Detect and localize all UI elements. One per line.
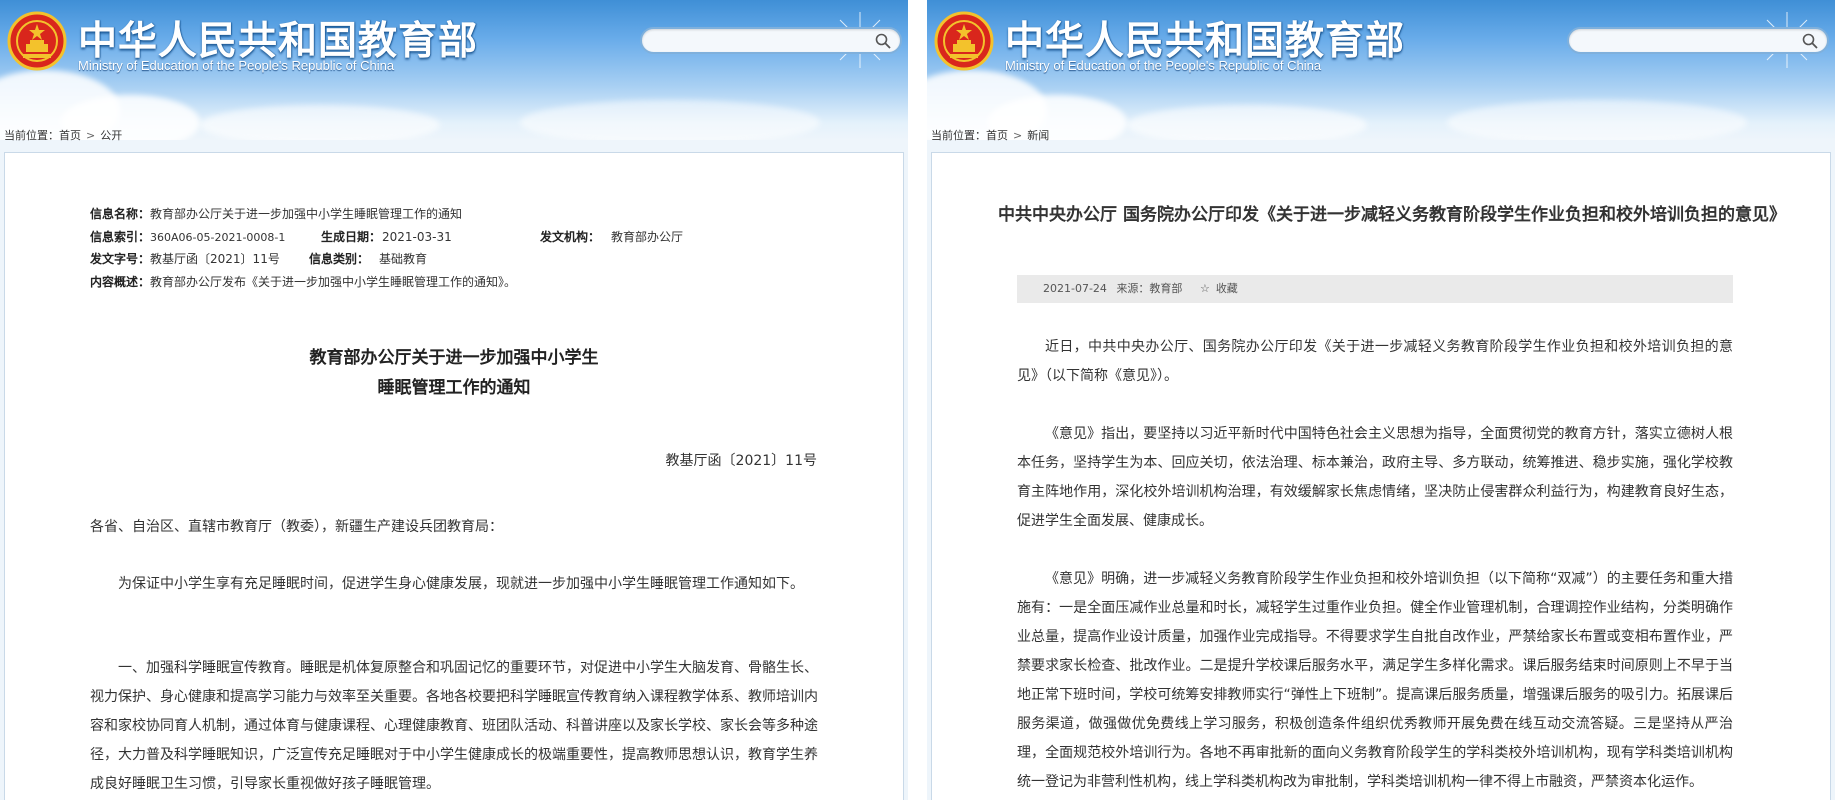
paragraph: 《意见》明确，进一步减轻义务教育阶段学生作业负担和校外培训负担（以下简称“双减”… xyxy=(1017,571,1733,790)
document-title-line: 睡眠管理工作的通知 xyxy=(377,378,531,398)
left-window: 中华人民共和国教育部 Ministry of Education of the … xyxy=(0,0,908,800)
site-subtitle: Ministry of Education of the People's Re… xyxy=(1005,58,1322,73)
cloud-decoration xyxy=(1447,100,1747,140)
meta-value: 教基厅函〔2021〕11号 xyxy=(150,252,280,266)
cloud-decoration xyxy=(1127,105,1367,140)
site-subtitle: Ministry of Education of the People's Re… xyxy=(78,58,395,73)
search-box xyxy=(640,27,902,54)
breadcrumb-current-link[interactable]: 新闻 xyxy=(1027,127,1049,143)
info-meta-block: 信息名称：教育部办公厅关于进一步加强中小学生睡眠管理工作的通知 信息索引：360… xyxy=(90,203,683,294)
recipients-line: 各省、自治区、直辖市教育厅（教委），新疆生产建设兵团教育局： xyxy=(90,519,503,535)
meta-label: 信息索引： xyxy=(90,229,151,244)
meta-value: 教育部办公厅 xyxy=(611,229,684,244)
breadcrumb-separator: > xyxy=(86,129,96,142)
site-header: 中华人民共和国教育部 Ministry of Education of the … xyxy=(927,0,1835,140)
search-icon[interactable] xyxy=(874,32,892,50)
document-title: 教育部办公厅关于进一步加强中小学生 睡眠管理工作的通知 xyxy=(5,343,903,403)
breadcrumb: 当前位置：首页 > 新闻 xyxy=(931,127,1049,143)
breadcrumb-home-link[interactable]: 首页 xyxy=(986,127,1008,143)
meta-value: 基础教育 xyxy=(379,252,428,266)
meta-label: 信息类别： xyxy=(309,252,370,266)
article-title: 中共中央办公厅 国务院办公厅印发《关于进一步减轻义务教育阶段学生作业负担和校外培… xyxy=(998,205,1786,225)
search-input[interactable] xyxy=(1581,32,1791,50)
paragraph: 一、加强科学睡眠宣传教育。睡眠是机体复原整合和巩固记忆的重要环节，对促进中小学生… xyxy=(90,660,818,792)
article-panel: 中共中央办公厅 国务院办公厅印发《关于进一步减轻义务教育阶段学生作业负担和校外培… xyxy=(931,152,1831,800)
meta-row-docno: 发文字号：教基厅函〔2021〕11号 信息类别： 基础教育 xyxy=(90,248,516,271)
right-window: 中华人民共和国教育部 Ministry of Education of the … xyxy=(927,0,1835,800)
breadcrumb: 当前位置：首页 > 公开 xyxy=(4,127,122,143)
meta-label: 发文字号： xyxy=(90,252,151,266)
search-icon[interactable] xyxy=(1801,32,1819,50)
article-meta-bar: 2021-07-24 来源：教育部 ☆ 收藏 xyxy=(1017,275,1733,303)
national-emblem-icon xyxy=(7,11,67,71)
article-date: 2021-07-24 xyxy=(1043,282,1107,295)
meta-label: 发文机构： xyxy=(540,229,601,244)
star-icon: ☆ xyxy=(1199,282,1210,295)
search-box xyxy=(1567,27,1829,54)
paragraph: 近日，中共中央办公厅、国务院办公厅印发《关于进一步减轻义务教育阶段学生作业负担和… xyxy=(1017,339,1733,384)
meta-value: 360A06-05-2021-0008-1 xyxy=(150,230,286,244)
meta-value: 教育部办公厅发布《关于进一步加强中小学生睡眠管理工作的通知》。 xyxy=(150,274,517,289)
meta-label: 内容概述： xyxy=(90,274,151,289)
search-input[interactable] xyxy=(654,32,864,50)
document-number: 教基厅函〔2021〕11号 xyxy=(665,453,817,469)
article-source: 来源：教育部 xyxy=(1116,282,1183,295)
meta-label: 信息名称： xyxy=(90,207,151,221)
article-panel: 信息名称：教育部办公厅关于进一步加强中小学生睡眠管理工作的通知 信息索引：360… xyxy=(4,152,904,800)
meta-row-summary: 内容概述：教育部办公厅发布《关于进一步加强中小学生睡眠管理工作的通知》。 xyxy=(90,271,516,294)
cloud-decoration xyxy=(200,105,440,140)
paragraph: 《意见》指出，要坚持以习近平新时代中国特色社会主义思想为指导，全面贯彻党的教育方… xyxy=(1017,426,1733,529)
breadcrumb-prefix: 当前位置： xyxy=(931,129,986,142)
favorite-button[interactable]: ☆ 收藏 xyxy=(1200,282,1244,295)
breadcrumb-separator: > xyxy=(1013,129,1023,142)
site-header: 中华人民共和国教育部 Ministry of Education of the … xyxy=(0,0,908,140)
meta-row-index: 信息索引：360A06-05-2021-0008-1 生成日期： 2021-03-… xyxy=(90,226,683,249)
document-title-line: 教育部办公厅关于进一步加强中小学生 xyxy=(309,348,599,368)
breadcrumb-prefix: 当前位置： xyxy=(4,129,59,142)
meta-value: 教育部办公厅关于进一步加强中小学生睡眠管理工作的通知 xyxy=(150,207,463,221)
meta-value: 2021-03-31 xyxy=(382,229,452,244)
paragraph: 为保证中小学生享有充足睡眠时间，促进学生身心健康发展，现就进一步加强中小学生睡眠… xyxy=(118,576,804,592)
meta-label: 生成日期： xyxy=(321,229,382,244)
favorite-label: 收藏 xyxy=(1215,282,1238,295)
cloud-decoration xyxy=(520,100,820,140)
national-emblem-icon xyxy=(934,11,994,71)
breadcrumb-home-link[interactable]: 首页 xyxy=(59,127,81,143)
meta-row-name: 信息名称：教育部办公厅关于进一步加强中小学生睡眠管理工作的通知 xyxy=(90,203,516,226)
breadcrumb-current-link[interactable]: 公开 xyxy=(100,127,122,143)
